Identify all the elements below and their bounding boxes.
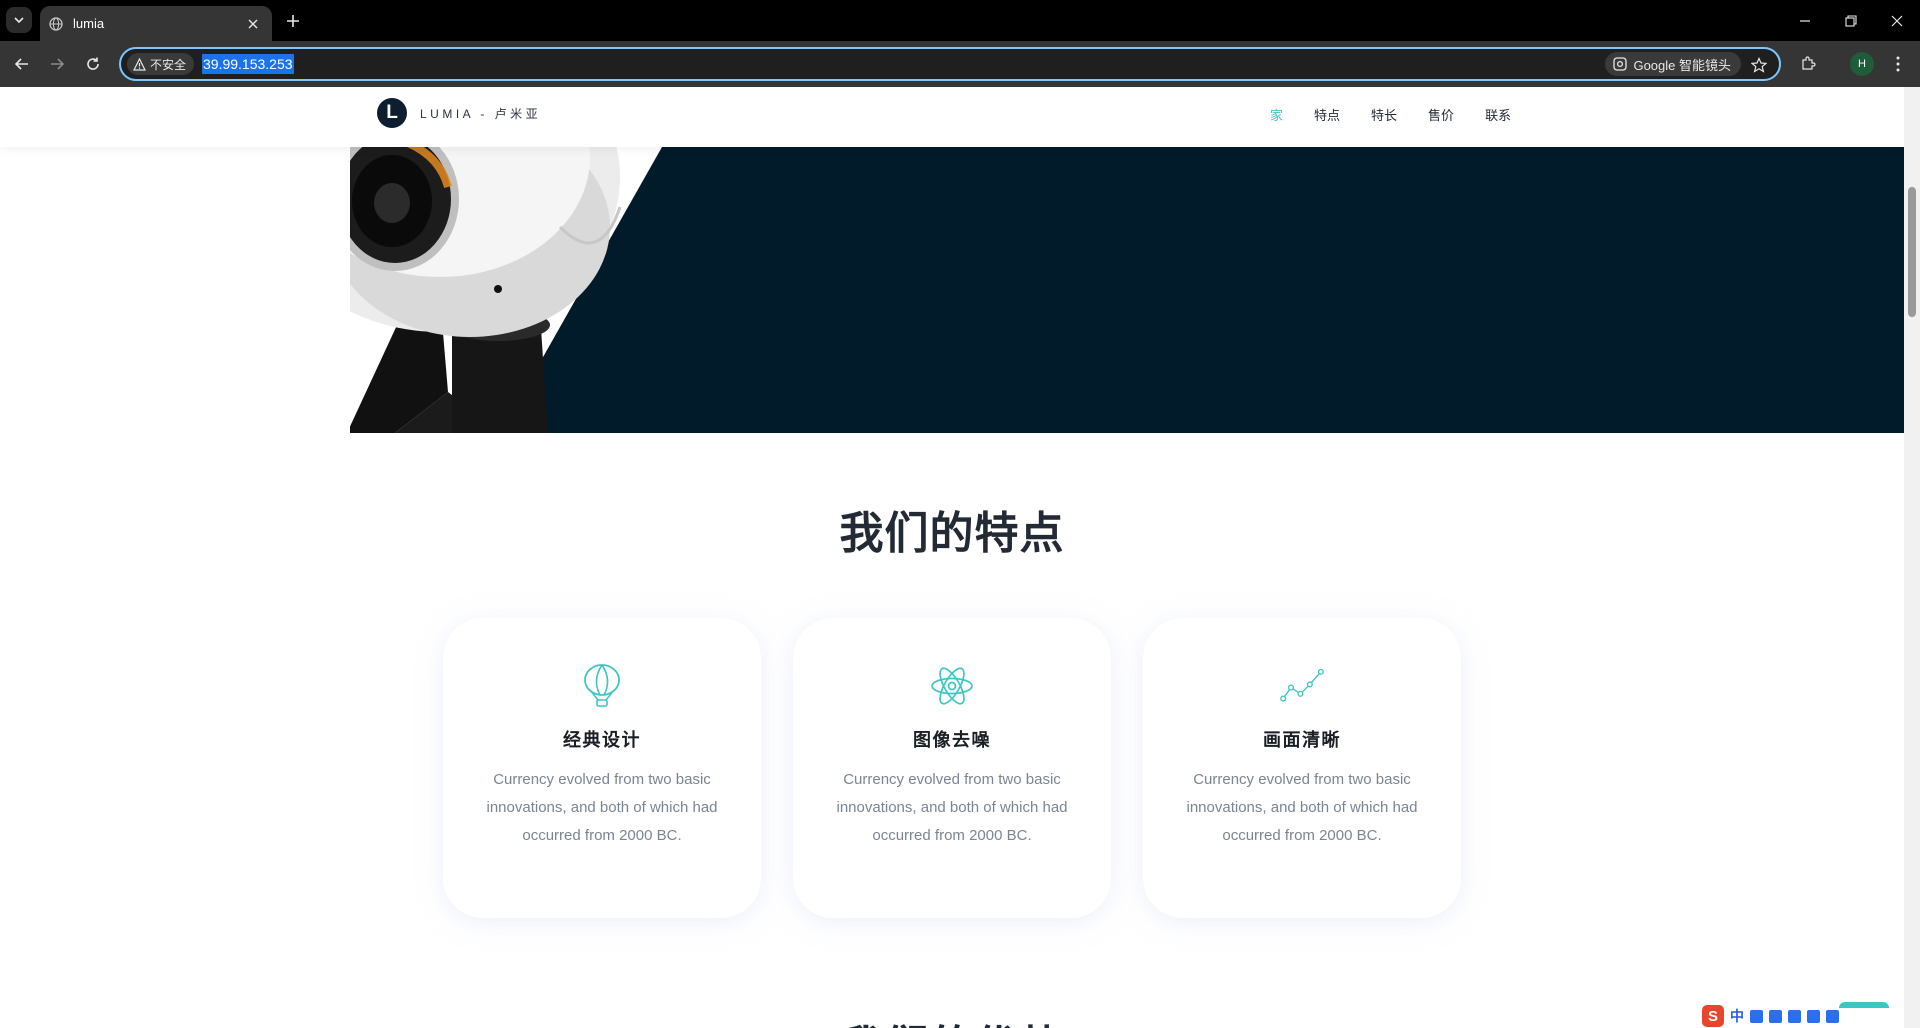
feature-card: 画面清晰 Currency evolved from two basic inn… — [1143, 618, 1461, 918]
card-text: Currency evolved from two basic innovati… — [1186, 771, 1418, 844]
google-lens-button[interactable]: Google 智能镜头 — [1605, 52, 1741, 76]
punctuation-icon[interactable] — [1750, 1009, 1763, 1023]
chevron-down-icon — [14, 17, 24, 24]
browser-tab-strip: lumia — [0, 0, 1920, 41]
nav-contact[interactable]: 联系 — [1485, 105, 1511, 124]
microphone-icon[interactable] — [1769, 1009, 1782, 1023]
plus-icon — [287, 15, 299, 27]
forward-button[interactable] — [45, 52, 69, 76]
toolbox-icon[interactable] — [1826, 1009, 1839, 1023]
nav-pricing[interactable]: 售价 — [1428, 105, 1454, 124]
main-nav: 家 特点 特长 售价 联系 — [1270, 105, 1511, 124]
bookmark-star-icon[interactable] — [1749, 55, 1769, 75]
arrow-left-icon — [14, 58, 28, 70]
balloon-icon — [580, 664, 624, 708]
profile-avatar[interactable]: H — [1850, 52, 1874, 76]
feature-card: 图像去噪 Currency evolved from two basic inn… — [793, 618, 1111, 918]
url-text[interactable]: 39.99.153.253 — [202, 54, 294, 74]
tab-title: lumia — [73, 16, 105, 31]
globe-icon — [49, 16, 63, 31]
card-title: 画面清晰 — [1263, 730, 1341, 750]
hero-banner — [0, 147, 1904, 433]
feature-card: 经典设计 Currency evolved from two basic inn… — [443, 618, 761, 918]
window-controls — [1782, 0, 1920, 41]
page-viewport: L LUMIA - 卢米亚 家 特点 特长 售价 联系 我们的特点 经典设计 C… — [0, 87, 1904, 1028]
keyboard-icon[interactable] — [1788, 1009, 1801, 1023]
ime-toolbar: S 中 — [1698, 1004, 1908, 1028]
browser-tab[interactable]: lumia — [40, 6, 272, 41]
nav-features[interactable]: 特点 — [1314, 105, 1340, 124]
logo-text: LUMIA - 卢米亚 — [420, 106, 542, 121]
nav-home[interactable]: 家 — [1270, 105, 1283, 124]
ime-mode[interactable]: 中 — [1730, 1006, 1744, 1026]
card-text: Currency evolved from two basic innovati… — [836, 771, 1068, 844]
skin-icon[interactable] — [1807, 1009, 1820, 1023]
nav-specialties[interactable]: 特长 — [1371, 105, 1397, 124]
extensions-icon[interactable] — [1796, 52, 1820, 76]
arrow-right-icon — [51, 58, 65, 70]
restore-button[interactable] — [1828, 0, 1874, 41]
minimize-icon — [1800, 19, 1810, 22]
sogou-logo-icon[interactable]: S — [1702, 1005, 1724, 1027]
card-title: 经典设计 — [563, 730, 641, 750]
close-icon — [1891, 15, 1903, 26]
restore-icon — [1845, 14, 1857, 27]
security-chip[interactable]: 不安全 — [127, 53, 195, 75]
advantages-heading: 我们的优势 — [0, 1011, 1904, 1028]
lens-label: Google 智能镜头 — [1633, 57, 1731, 73]
lens-icon — [1613, 57, 1628, 71]
atom-icon — [930, 664, 974, 708]
features-heading: 我们的特点 — [839, 509, 1065, 558]
site-logo[interactable]: L LUMIA - 卢米亚 — [377, 98, 541, 128]
page-scrollbar[interactable] — [1904, 87, 1920, 1028]
close-window-button[interactable] — [1874, 0, 1920, 41]
hero-background — [0, 147, 1904, 433]
back-button[interactable] — [10, 52, 34, 76]
scrollbar-thumb[interactable] — [1908, 187, 1916, 317]
warning-icon — [133, 57, 146, 71]
new-tab-button[interactable] — [282, 10, 304, 32]
reload-icon — [87, 57, 99, 70]
security-label: 不安全 — [150, 57, 187, 72]
card-text: Currency evolved from two basic innovati… — [486, 771, 718, 844]
more-menu-icon[interactable] — [1886, 52, 1910, 76]
card-title: 图像去噪 — [913, 730, 991, 750]
line-chart-icon — [1280, 664, 1324, 708]
minimize-button[interactable] — [1782, 0, 1828, 41]
site-header: L LUMIA - 卢米亚 家 特点 特长 售价 联系 — [0, 87, 1904, 147]
close-tab-icon[interactable] — [244, 15, 262, 33]
tab-search-button[interactable] — [6, 7, 32, 33]
reload-button[interactable] — [81, 52, 105, 76]
logo-mark: L — [377, 98, 407, 128]
address-bar[interactable]: 不安全 39.99.153.253 Google 智能镜头 — [119, 47, 1781, 81]
